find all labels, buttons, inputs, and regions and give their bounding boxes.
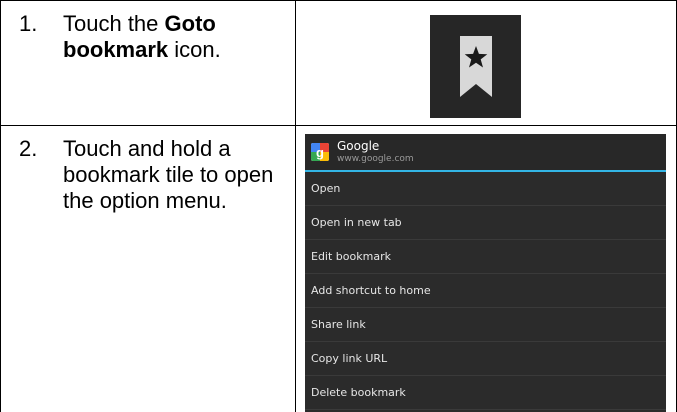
context-menu-url: www.google.com (337, 154, 414, 164)
step-1-text-cell: 1. Touch the Goto bookmark icon. (0, 0, 296, 126)
context-menu-title: Google (337, 139, 380, 153)
step-2-image-cell: g Google www.google.com Open Open in new… (295, 125, 677, 412)
goto-bookmark-icon[interactable] (430, 15, 521, 118)
step-1-text: Touch the Goto bookmark icon. (63, 11, 287, 63)
step-row-2: 2. Touch and hold a bookmark tile to ope… (0, 125, 677, 412)
menu-item-delete-bookmark[interactable]: Delete bookmark (305, 376, 666, 410)
step-1-number: 1. (19, 11, 38, 36)
step-2-number: 2. (19, 136, 38, 161)
menu-item-open[interactable]: Open (305, 172, 666, 206)
step-row-1: 1. Touch the Goto bookmark icon. (0, 0, 677, 126)
bookmark-context-menu: g Google www.google.com Open Open in new… (305, 134, 666, 412)
step-1-text-before: Touch the (63, 11, 165, 36)
step-2-text: Touch and hold a bookmark tile to open t… (63, 136, 274, 213)
goto-bookmark-screenshot (430, 15, 521, 118)
step-2-text-cell: 2. Touch and hold a bookmark tile to ope… (0, 125, 296, 412)
svg-text:g: g (316, 145, 324, 160)
bookmark-ribbon (460, 36, 492, 97)
menu-item-open-in-new-tab[interactable]: Open in new tab (305, 206, 666, 240)
menu-item-add-shortcut-to-home[interactable]: Add shortcut to home (305, 274, 666, 308)
step-1-image-cell (295, 0, 677, 126)
context-menu-header: g Google www.google.com (305, 134, 666, 172)
step-1-text-after: icon. (168, 37, 221, 62)
step-1: 1. Touch the Goto bookmark icon. (1, 1, 295, 63)
menu-item-copy-link-url[interactable]: Copy link URL (305, 342, 666, 376)
menu-item-edit-bookmark[interactable]: Edit bookmark (305, 240, 666, 274)
instruction-table: 1. Touch the Goto bookmark icon. 2. Touc… (0, 0, 677, 412)
step-2: 2. Touch and hold a bookmark tile to ope… (1, 126, 295, 214)
menu-item-share-link[interactable]: Share link (305, 308, 666, 342)
google-logo-icon: g (311, 143, 329, 161)
